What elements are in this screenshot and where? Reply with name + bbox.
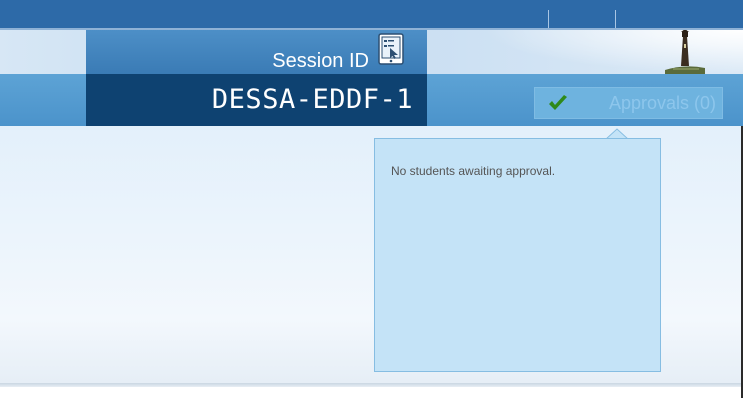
top-bar-divider <box>615 10 616 30</box>
session-id-header: Session ID <box>86 30 427 74</box>
checkmark-icon <box>549 95 567 110</box>
session-id-value: DESSA-EDDF-1 <box>211 84 413 115</box>
top-bar <box>0 0 743 30</box>
approvals-button[interactable]: Approvals (0) <box>534 87 723 119</box>
content-bottom-border <box>0 383 743 387</box>
popup-message: No students awaiting approval. <box>391 164 556 178</box>
top-bar-divider <box>548 10 549 30</box>
lighthouse-logo-icon <box>665 30 705 74</box>
session-id-display: DESSA-EDDF-1 <box>86 74 427 126</box>
approvals-popup: No students awaiting approval. <box>374 138 661 372</box>
tablet-pointer-icon <box>378 33 404 65</box>
approvals-label: Approvals (0) <box>608 92 716 113</box>
session-id-label: Session ID <box>272 50 369 72</box>
